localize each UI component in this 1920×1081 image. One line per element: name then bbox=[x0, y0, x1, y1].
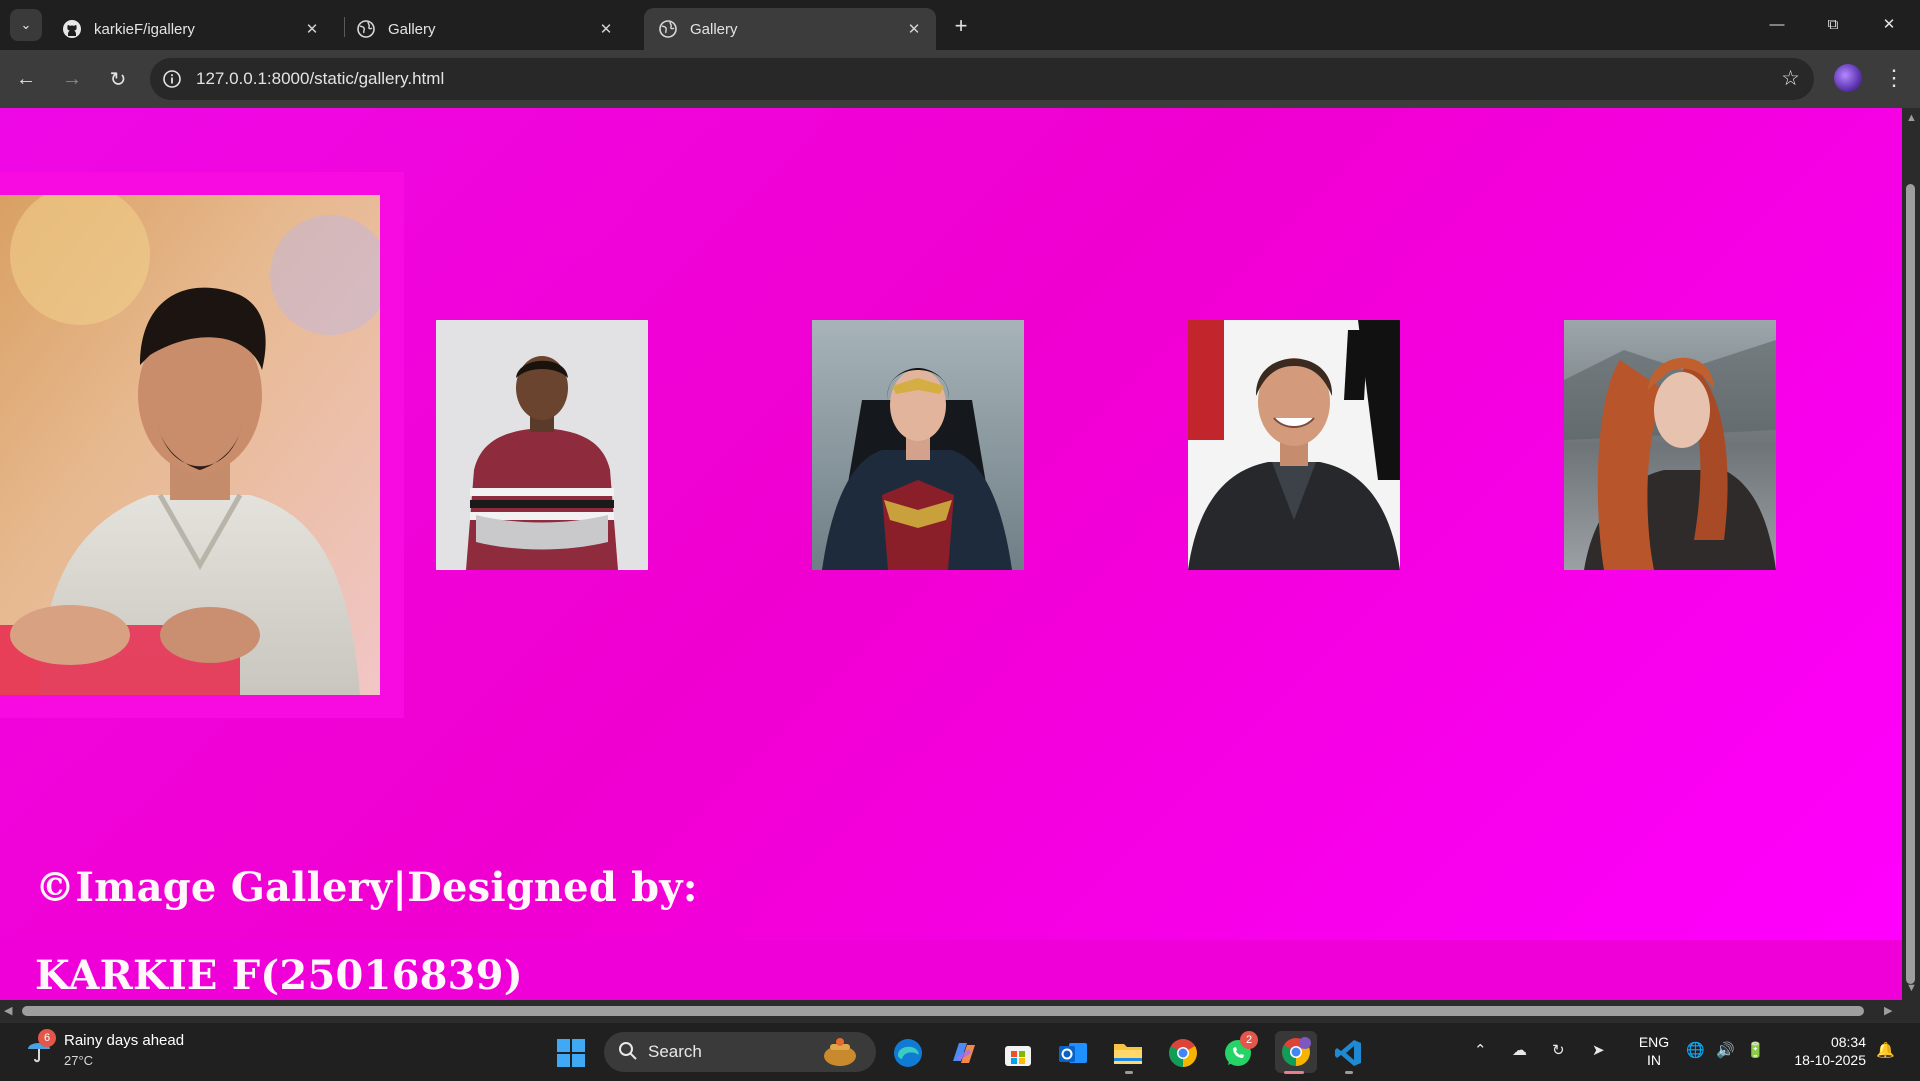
back-button[interactable]: ← bbox=[8, 61, 44, 97]
more-vertical-icon: ⋮ bbox=[1883, 65, 1905, 90]
horizontal-scrollbar[interactable]: ◀ ▶ bbox=[0, 1000, 1920, 1022]
scroll-up-icon[interactable]: ▲ bbox=[1906, 112, 1917, 124]
bookmark-star-icon[interactable]: ☆ bbox=[1781, 66, 1800, 91]
tab-gallery-1[interactable]: Gallery ✕ bbox=[342, 8, 628, 50]
footer-author: KARKIE F(25016839) bbox=[35, 952, 523, 999]
vertical-scrollbar[interactable]: ▲ ▼ bbox=[1902, 108, 1920, 1000]
running-indicator bbox=[1125, 1071, 1133, 1074]
search-highlight-icon bbox=[814, 1036, 866, 1073]
language-indicator[interactable]: ENG IN bbox=[1636, 1033, 1672, 1069]
gallery-image[interactable] bbox=[812, 320, 1024, 570]
file-explorer-icon[interactable] bbox=[1110, 1035, 1146, 1071]
page-viewport: ©Image Gallery|Designed by: KARKIE F(250… bbox=[0, 108, 1902, 1000]
store-icon[interactable] bbox=[1000, 1035, 1036, 1071]
region-code: IN bbox=[1647, 1052, 1661, 1068]
footer-copyright: ©Image Gallery|Designed by: bbox=[35, 864, 698, 911]
profile-avatar[interactable] bbox=[1834, 64, 1862, 92]
globe-icon bbox=[356, 19, 376, 39]
close-window-button[interactable]: ✕ bbox=[1866, 6, 1912, 42]
copilot-icon[interactable] bbox=[945, 1035, 981, 1071]
gallery-image[interactable] bbox=[436, 320, 648, 570]
url-text: 127.0.0.1:8000/static/gallery.html bbox=[196, 69, 445, 88]
restore-icon: ⧉ bbox=[1827, 15, 1839, 33]
search-label: Search bbox=[648, 1042, 702, 1061]
github-icon bbox=[62, 19, 82, 39]
gallery-image[interactable] bbox=[1188, 320, 1400, 570]
close-icon[interactable]: ✕ bbox=[300, 17, 324, 41]
gallery-photo-wonder-woman bbox=[812, 320, 1024, 570]
tab-strip: ⌄ karkieF/igallery ✕ Gallery ✕ Gallery ✕… bbox=[0, 0, 1920, 50]
active-indicator bbox=[1284, 1071, 1304, 1074]
arrow-left-icon: ← bbox=[16, 67, 36, 90]
browser-toolbar: ← → ↻ 127.0.0.1:8000/static/gallery.html… bbox=[0, 50, 1920, 108]
clock-time: 08:34 bbox=[1830, 1034, 1866, 1050]
chevron-up-icon[interactable]: ⌃ bbox=[1474, 1041, 1487, 1059]
gallery-photo-young-man bbox=[436, 320, 648, 570]
gallery-image[interactable] bbox=[1564, 320, 1776, 570]
onedrive-icon[interactable]: ☁ bbox=[1512, 1041, 1527, 1059]
close-icon[interactable]: ✕ bbox=[594, 17, 618, 41]
outlook-icon[interactable] bbox=[1055, 1035, 1091, 1071]
weather-temp: 27°C bbox=[64, 1053, 94, 1068]
chevron-down-icon: ⌄ bbox=[20, 17, 32, 32]
weather-badge: 6 bbox=[38, 1029, 56, 1047]
network-icon[interactable]: 🌐 bbox=[1686, 1041, 1705, 1059]
site-info-icon[interactable] bbox=[160, 67, 184, 91]
weather-title[interactable]: Rainy days ahead bbox=[64, 1032, 184, 1049]
windows-icon bbox=[557, 1039, 585, 1067]
new-tab-button[interactable]: + bbox=[946, 12, 976, 40]
minimize-icon: — bbox=[1769, 15, 1785, 33]
scroll-left-icon[interactable]: ◀ bbox=[4, 1004, 12, 1017]
reload-button[interactable]: ↻ bbox=[100, 61, 136, 97]
gallery-photo-smiling-man bbox=[1188, 320, 1400, 570]
chrome-icon[interactable] bbox=[1165, 1035, 1201, 1071]
reload-icon: ↻ bbox=[109, 68, 127, 91]
scroll-right-icon[interactable]: ▶ bbox=[1884, 1004, 1892, 1017]
minimize-button[interactable]: — bbox=[1754, 6, 1800, 42]
location-icon[interactable]: ➤ bbox=[1592, 1041, 1605, 1059]
close-icon[interactable]: ✕ bbox=[902, 17, 926, 41]
arrow-right-icon: → bbox=[62, 67, 82, 90]
search-icon bbox=[618, 1041, 638, 1066]
gallery-image[interactable] bbox=[0, 195, 380, 695]
tab-search-button[interactable]: ⌄ bbox=[10, 9, 42, 41]
gallery-photo-red-haired-woman bbox=[1564, 320, 1776, 570]
horizontal-scroll-thumb[interactable] bbox=[22, 1006, 1864, 1016]
forward-button[interactable]: → bbox=[54, 61, 90, 97]
notifications-icon[interactable]: 🔔 bbox=[1876, 1041, 1895, 1059]
windows-start-button[interactable] bbox=[553, 1035, 589, 1071]
volume-icon[interactable]: 🔊 bbox=[1716, 1041, 1735, 1059]
taskbar-search[interactable]: Search bbox=[604, 1032, 876, 1072]
browser-menu-button[interactable]: ⋮ bbox=[1880, 60, 1908, 96]
running-indicator bbox=[1345, 1071, 1353, 1074]
tab-gallery-2[interactable]: Gallery ✕ bbox=[644, 8, 936, 50]
gallery-photo-man-white-shirt bbox=[0, 195, 380, 695]
edge-icon[interactable] bbox=[890, 1035, 926, 1071]
clock[interactable]: 08:34 18-10-2025 bbox=[1782, 1033, 1866, 1069]
vertical-scroll-thumb[interactable] bbox=[1906, 184, 1915, 984]
whatsapp-badge: 2 bbox=[1240, 1031, 1258, 1049]
taskbar: 6 Rainy days ahead 27°C Search 2 ⌃ ☁ ↻ ➤… bbox=[0, 1022, 1920, 1081]
vscode-icon[interactable] bbox=[1330, 1035, 1366, 1071]
battery-icon[interactable]: 🔋 bbox=[1746, 1041, 1765, 1059]
tab-github[interactable]: karkieF/igallery ✕ bbox=[48, 8, 334, 50]
restore-button[interactable]: ⧉ bbox=[1810, 6, 1856, 42]
chrome-profile-icon[interactable] bbox=[1275, 1031, 1317, 1073]
tab-title: karkieF/igallery bbox=[94, 20, 195, 38]
plus-icon: + bbox=[954, 13, 968, 38]
tab-title: Gallery bbox=[388, 20, 436, 38]
tab-title: Gallery bbox=[690, 20, 738, 38]
close-icon: ✕ bbox=[1882, 16, 1896, 33]
scroll-down-icon[interactable]: ▼ bbox=[1906, 982, 1917, 994]
globe-icon bbox=[658, 19, 678, 39]
clock-date: 18-10-2025 bbox=[1794, 1052, 1866, 1068]
sync-icon[interactable]: ↻ bbox=[1552, 1041, 1565, 1059]
language-code: ENG bbox=[1638, 1034, 1670, 1050]
address-bar[interactable]: 127.0.0.1:8000/static/gallery.html ☆ bbox=[150, 58, 1814, 100]
